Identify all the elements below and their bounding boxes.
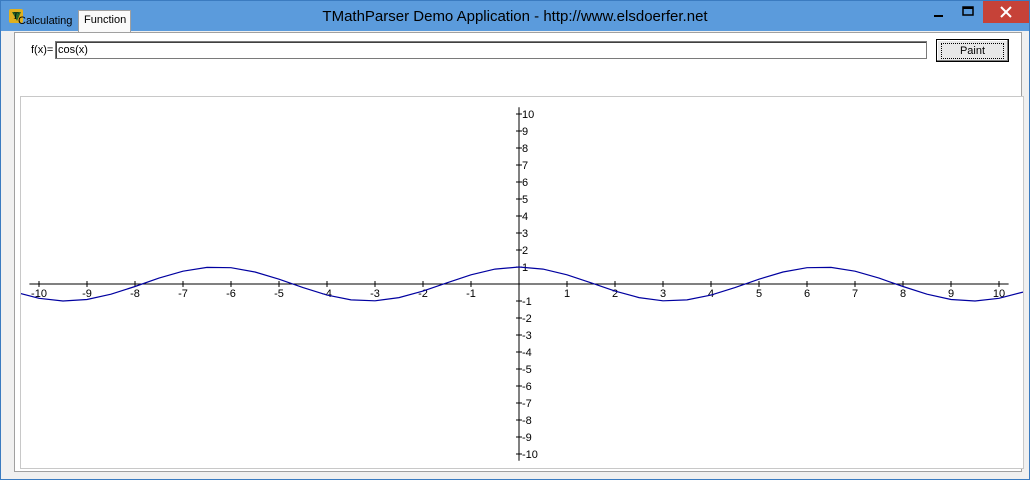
y-tick-label: -3: [522, 330, 532, 342]
y-tick-label: -2: [522, 313, 532, 325]
x-tick-label: -5: [274, 288, 284, 300]
y-tick-label: 2: [522, 245, 528, 257]
function-input[interactable]: [55, 41, 927, 59]
minimize-button[interactable]: [923, 1, 953, 23]
x-tick-label: 6: [804, 288, 810, 300]
x-tick-label: 3: [660, 288, 666, 300]
x-tick-label: 9: [948, 288, 954, 300]
paint-button[interactable]: Paint: [936, 39, 1009, 62]
y-tick-label: 6: [522, 177, 528, 189]
y-tick-label: 4: [522, 211, 528, 223]
x-tick-label: -6: [226, 288, 236, 300]
app-window: T TMathParser Demo Application - http://…: [0, 0, 1030, 480]
y-tick-label: -1: [522, 296, 532, 308]
tab-calculating[interactable]: Calculating: [13, 12, 75, 31]
x-tick-label: 1: [564, 288, 570, 300]
y-tick-label: 8: [522, 143, 528, 155]
y-tick-label: -5: [522, 364, 532, 376]
y-tick-label: 3: [522, 228, 528, 240]
x-tick-label: -8: [130, 288, 140, 300]
function-input-label: f(x)=: [31, 44, 54, 56]
y-tick-label: 9: [522, 126, 528, 138]
title-bar[interactable]: T TMathParser Demo Application - http://…: [1, 1, 1029, 31]
y-tick-label: 7: [522, 160, 528, 172]
x-tick-label: -1: [466, 288, 476, 300]
close-icon: [1000, 6, 1012, 18]
paint-button-label: Paint: [940, 42, 1005, 59]
y-tick-label: -9: [522, 432, 532, 444]
y-tick-label: 5: [522, 194, 528, 206]
plot-canvas: -10 -9 -8 -7 -6 -5 -4 -3 -2 -1 1 2 3 4 5 6 7 8 9 1010987654…: [21, 107, 1023, 461]
function-plot: -10 -9 -8 -7 -6 -5 -4 -3 -2 -1 1 2 3 4 5 6 7 8 9 10 10 9 8 7 6 5 4…: [20, 96, 1024, 469]
x-tick-label: 7: [852, 288, 858, 300]
tab-function[interactable]: Function: [78, 10, 131, 32]
maximize-button[interactable]: [953, 1, 983, 23]
x-tick-label: -3: [370, 288, 380, 300]
maximize-icon: [962, 6, 974, 16]
y-tick-label: -10: [522, 449, 538, 461]
y-tick-label: -7: [522, 398, 532, 410]
window-title: TMathParser Demo Application - http://ww…: [322, 8, 708, 25]
y-tick-label: -8: [522, 415, 532, 427]
y-tick-label: 10: [522, 109, 534, 121]
y-tick-label: -4: [522, 347, 532, 359]
x-tick-label: 8: [900, 288, 906, 300]
x-tick-label: -7: [178, 288, 188, 300]
y-tick-label: -6: [522, 381, 532, 393]
minimize-icon: [934, 15, 943, 17]
close-button[interactable]: [983, 1, 1029, 23]
x-tick-label: 5: [756, 288, 762, 300]
